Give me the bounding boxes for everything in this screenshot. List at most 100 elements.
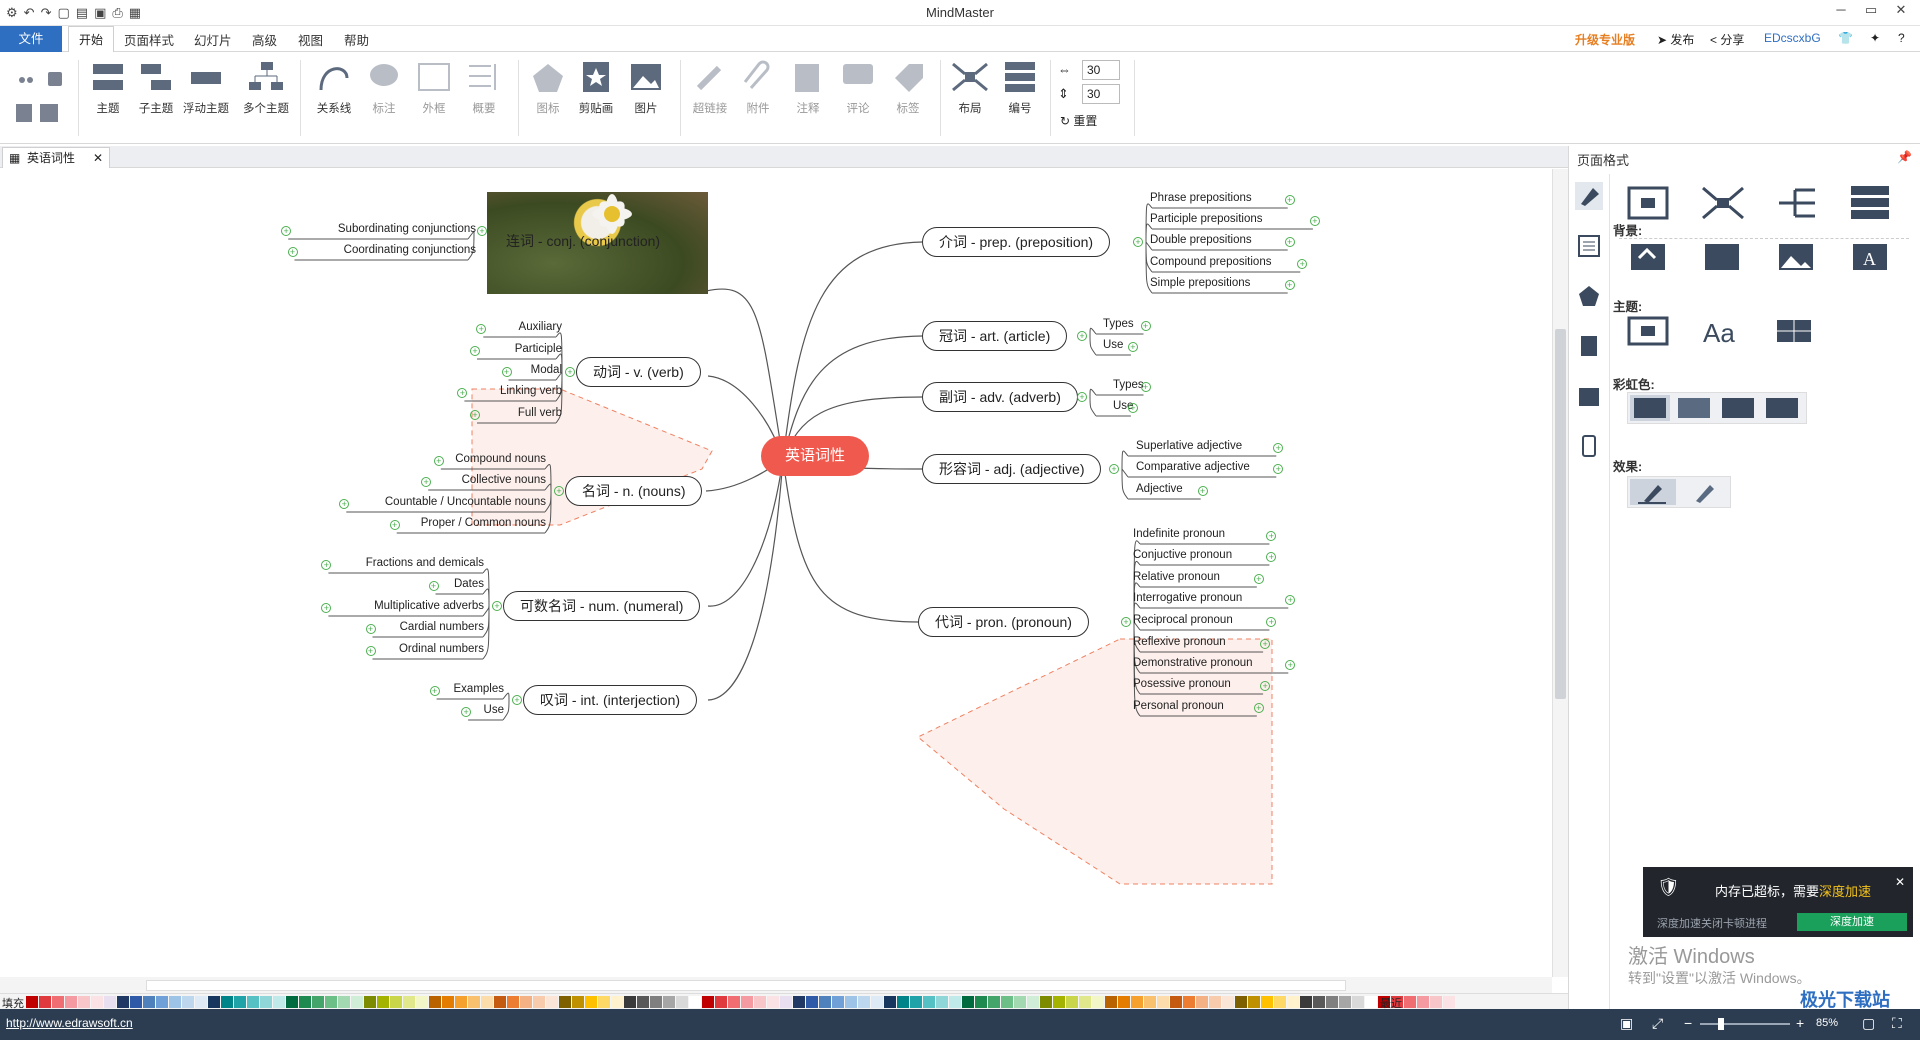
expand-icon-left-0-1[interactable]: + bbox=[287, 247, 298, 257]
color-swatch[interactable] bbox=[728, 996, 740, 1008]
expand-icon-right-2-0[interactable]: + bbox=[1140, 382, 1151, 392]
color-swatch[interactable] bbox=[975, 996, 987, 1008]
tab-advanced[interactable]: 高级 bbox=[252, 30, 277, 49]
user-account[interactable]: EDcscxbG bbox=[1764, 31, 1821, 45]
color-swatch[interactable] bbox=[1105, 996, 1117, 1008]
clipart-tab-icon[interactable] bbox=[1575, 332, 1603, 360]
expand-icon-right-1-0[interactable]: + bbox=[1140, 321, 1151, 331]
color-swatch[interactable] bbox=[1053, 996, 1065, 1008]
color-swatch[interactable] bbox=[1352, 996, 1364, 1008]
expand-icon-left-3-1[interactable]: + bbox=[428, 581, 439, 591]
right-topic-3-collapse-icon[interactable]: + bbox=[1109, 464, 1119, 474]
publish-button[interactable]: ➤ 发布 bbox=[1657, 31, 1694, 48]
expand-icon-right-4-8[interactable]: + bbox=[1253, 703, 1264, 713]
color-swatch[interactable] bbox=[455, 996, 467, 1008]
color-swatch[interactable] bbox=[520, 996, 532, 1008]
subtopic-right-1-1[interactable]: Use bbox=[1103, 339, 1123, 351]
main-topic-interjection[interactable]: 叹词 - int. (interjection) bbox=[523, 685, 698, 715]
subtopic-left-3-3[interactable]: Cardial numbers bbox=[400, 621, 484, 633]
subtopic-right-3-2[interactable]: Adjective bbox=[1136, 483, 1183, 495]
color-swatch[interactable] bbox=[923, 996, 935, 1008]
numbering-button[interactable]: 编号 bbox=[996, 60, 1044, 116]
expand-icon-left-2-3[interactable]: + bbox=[389, 520, 400, 530]
picture-button[interactable]: 图片 bbox=[622, 60, 670, 116]
color-swatch[interactable] bbox=[65, 996, 77, 1008]
color-swatch[interactable] bbox=[988, 996, 1000, 1008]
share-button[interactable]: < 分享 bbox=[1710, 31, 1744, 48]
color-swatch[interactable] bbox=[637, 996, 649, 1008]
layout-button[interactable]: 布局 bbox=[946, 60, 994, 116]
color-swatch[interactable] bbox=[1300, 996, 1312, 1008]
mindmap-canvas[interactable]: 英语词性 连词 - conj. (conjunction) 动词 - v. (v… bbox=[0, 169, 1552, 977]
expand-icon-right-2-1[interactable]: + bbox=[1127, 403, 1138, 413]
hyperlink-button[interactable]: 超链接 bbox=[686, 60, 734, 116]
color-swatch[interactable] bbox=[169, 996, 181, 1008]
color-swatch[interactable] bbox=[1248, 996, 1260, 1008]
file-menu[interactable]: 文件 bbox=[0, 26, 62, 52]
color-swatch[interactable] bbox=[884, 996, 896, 1008]
color-swatch[interactable] bbox=[910, 996, 922, 1008]
subtopic-right-0-0[interactable]: Phrase prepositions bbox=[1150, 192, 1252, 204]
color-swatch[interactable] bbox=[1274, 996, 1286, 1008]
close-tab-icon[interactable]: ✕ bbox=[93, 148, 103, 168]
color-swatch[interactable] bbox=[364, 996, 376, 1008]
subtopic-left-2-0[interactable]: Compound nouns bbox=[455, 453, 546, 465]
color-swatch[interactable] bbox=[312, 996, 324, 1008]
color-swatch[interactable] bbox=[143, 996, 155, 1008]
effect-hand-drawn-icon[interactable] bbox=[1682, 479, 1728, 505]
zoom-slider[interactable] bbox=[1700, 1018, 1790, 1030]
color-swatch[interactable] bbox=[1131, 996, 1143, 1008]
color-swatch[interactable] bbox=[468, 996, 480, 1008]
presentation-tab-icon[interactable] bbox=[1575, 432, 1603, 460]
icon-button[interactable]: 图标 bbox=[524, 60, 572, 116]
subtopic-left-1-2[interactable]: Modal bbox=[531, 364, 562, 376]
summary-button[interactable]: 概要 bbox=[460, 60, 508, 116]
color-swatch[interactable] bbox=[949, 996, 961, 1008]
clipart-button[interactable]: 剪贴画 bbox=[572, 60, 620, 116]
zoom-out-icon[interactable]: − bbox=[1684, 1015, 1692, 1031]
color-swatch[interactable] bbox=[1287, 996, 1299, 1008]
floating-topic-button[interactable]: 浮动主题 bbox=[182, 60, 230, 116]
color-swatch[interactable] bbox=[1209, 996, 1221, 1008]
subtopic-right-4-8[interactable]: Personal pronoun bbox=[1133, 700, 1224, 712]
expand-icon-left-3-3[interactable]: + bbox=[365, 624, 376, 634]
expand-icon-right-3-2[interactable]: + bbox=[1197, 486, 1208, 496]
fullscreen-icon[interactable]: ⤢ bbox=[1652, 1015, 1663, 1032]
color-swatch[interactable] bbox=[247, 996, 259, 1008]
vertical-scroll-thumb[interactable] bbox=[1555, 329, 1566, 699]
color-swatch[interactable] bbox=[1118, 996, 1130, 1008]
main-topic-nouns[interactable]: 名词 - n. (nouns) bbox=[565, 476, 703, 506]
color-swatch[interactable] bbox=[650, 996, 662, 1008]
color-swatch[interactable] bbox=[962, 996, 974, 1008]
map-layout-button-2[interactable] bbox=[1701, 184, 1753, 222]
upgrade-link[interactable]: 升级专业版 bbox=[1575, 31, 1635, 48]
fit-window-icon[interactable]: ▢ bbox=[1862, 1015, 1875, 1032]
color-swatch[interactable] bbox=[1339, 996, 1351, 1008]
color-swatch[interactable] bbox=[234, 996, 246, 1008]
map-layout-button-3[interactable] bbox=[1775, 184, 1827, 222]
color-swatch[interactable] bbox=[182, 996, 194, 1008]
subtopic-right-4-3[interactable]: Interrogative pronoun bbox=[1133, 592, 1242, 604]
color-swatch[interactable] bbox=[559, 996, 571, 1008]
background-clipart-button[interactable] bbox=[1701, 238, 1753, 276]
color-swatch[interactable] bbox=[1326, 996, 1338, 1008]
color-swatch[interactable] bbox=[416, 996, 428, 1008]
color-swatch[interactable] bbox=[39, 996, 51, 1008]
subtopic-left-3-1[interactable]: Dates bbox=[454, 578, 484, 590]
color-swatch[interactable] bbox=[702, 996, 714, 1008]
subtopic-left-1-1[interactable]: Participle bbox=[515, 343, 562, 355]
color-swatch[interactable] bbox=[741, 996, 753, 1008]
color-swatch[interactable] bbox=[390, 996, 402, 1008]
subtopic-left-3-0[interactable]: Fractions and demicals bbox=[366, 557, 484, 569]
color-swatch[interactable] bbox=[1040, 996, 1052, 1008]
color-swatch[interactable] bbox=[1365, 996, 1377, 1008]
zoom-slider-handle[interactable] bbox=[1718, 1018, 1724, 1030]
main-topic-adverb[interactable]: 副词 - adv. (adverb) bbox=[922, 382, 1078, 412]
callout-button[interactable]: 标注 bbox=[360, 60, 408, 116]
main-topic-numeral[interactable]: 可数名词 - num. (numeral) bbox=[503, 591, 701, 621]
main-topic-pronoun[interactable]: 代词 - pron. (pronoun) bbox=[918, 607, 1089, 637]
subtopic-right-4-6[interactable]: Demonstrative pronoun bbox=[1133, 657, 1253, 669]
color-swatch[interactable] bbox=[793, 996, 805, 1008]
color-swatch[interactable] bbox=[325, 996, 337, 1008]
color-swatch[interactable] bbox=[403, 996, 415, 1008]
